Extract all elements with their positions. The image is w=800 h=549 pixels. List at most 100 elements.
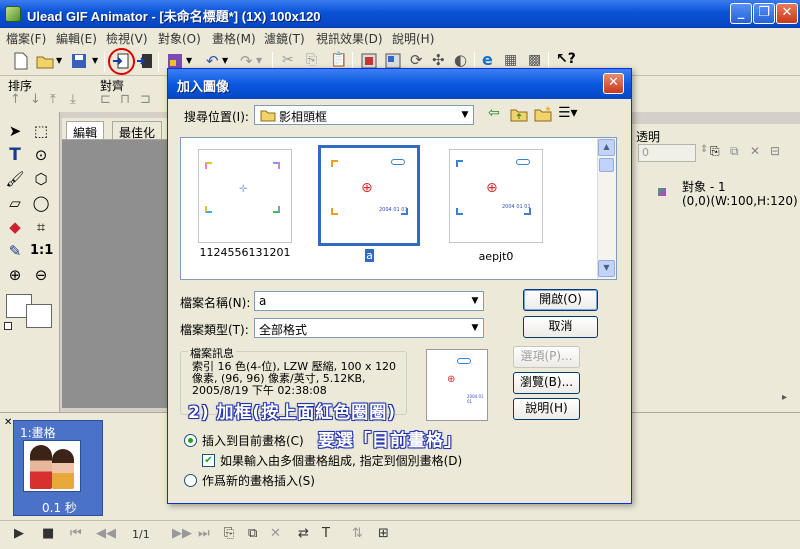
file-thumbnail[interactable]: ⊕ 2004 01 01 [449, 149, 543, 243]
cancel-button[interactable]: 取消 [523, 316, 598, 338]
chevron-down-icon[interactable]: ▼ [92, 56, 98, 65]
delete-frame-icon[interactable]: ✕ [270, 526, 281, 541]
tab-edit[interactable]: 編輯 [66, 121, 105, 140]
move-top-icon[interactable]: ⤒ [50, 92, 56, 107]
menu-file[interactable]: 檔案(F) [6, 30, 46, 47]
zoom-in-icon[interactable]: ⊕ [4, 264, 26, 286]
file-name[interactable]: aepjt0 [449, 250, 543, 263]
lasso-tool-icon[interactable]: ◯ [30, 192, 52, 214]
restore-button[interactable]: ❐ [753, 3, 775, 24]
view-menu-icon[interactable]: ☰▾ [558, 105, 578, 121]
pointer-tool-icon[interactable]: ➤ [4, 120, 26, 142]
previous-frame-icon[interactable]: ◀◀ [96, 526, 116, 541]
add-object-icon[interactable]: ⎘ [710, 144, 720, 159]
add-video-icon[interactable] [136, 52, 154, 70]
brush-tool-icon[interactable]: 🖌 [4, 168, 26, 190]
object-name[interactable]: 對象 - 1 [682, 178, 726, 195]
menu-video-effects[interactable]: 視訊效果(D) [316, 30, 383, 47]
copy-icon[interactable]: ⎘ [306, 52, 317, 68]
insert-current-label[interactable]: 插入到目前畫格(C) [202, 432, 304, 449]
tween-icon[interactable]: ⇄ [298, 526, 309, 541]
chevron-down-icon[interactable]: ▼ [222, 56, 228, 65]
align-center-icon[interactable]: ⊓ [120, 92, 130, 107]
fill-tool-icon[interactable]: ◆ [4, 216, 26, 238]
file-name[interactable]: 1124556131201 [188, 246, 302, 259]
chevron-down-icon[interactable]: ▼ [467, 319, 483, 337]
add-frame-icon[interactable]: ⎘ [224, 526, 234, 541]
text-banner-icon[interactable]: T [322, 526, 330, 541]
zoom-out-icon[interactable]: ⊖ [30, 264, 52, 286]
menu-view[interactable]: 檢視(V) [106, 30, 148, 47]
crop-tool-icon[interactable]: ⌗ [30, 216, 52, 238]
open-button[interactable]: 開啟(O) [523, 289, 598, 311]
panel-menu-icon[interactable]: ▸ [782, 392, 787, 403]
help-pointer-icon[interactable]: ↖? [556, 51, 576, 67]
file-thumbnail-selected[interactable]: ⊕ 2004 01 01 [318, 145, 420, 246]
new-file-icon[interactable] [12, 52, 30, 70]
last-frame-icon[interactable]: ⏭ [198, 526, 210, 541]
new-folder-icon[interactable] [534, 106, 552, 122]
file-name-selected[interactable]: a [365, 249, 374, 262]
cut-icon[interactable]: ✂ [282, 52, 294, 68]
chevron-down-icon[interactable]: ▼ [56, 56, 62, 65]
first-frame-icon[interactable]: ⏮ [70, 526, 82, 541]
dialog-close-button[interactable]: ✕ [603, 73, 624, 94]
align-left-icon[interactable]: ⊏ [100, 92, 111, 107]
flip-icon[interactable]: ✣ [432, 51, 445, 69]
insert-new-radio[interactable] [184, 474, 197, 487]
frame-properties-icon[interactable]: ⊞ [378, 526, 389, 541]
insert-new-label[interactable]: 作爲新的畫格插入(S) [202, 472, 315, 489]
close-panel-icon[interactable]: ✕ [4, 417, 12, 428]
look-in-select[interactable]: 影相頭框 [254, 105, 474, 125]
optimize-icon[interactable]: ◐ [454, 51, 467, 69]
tab-optimize[interactable]: 最佳化 [112, 121, 163, 140]
marquee-tool-icon[interactable]: ⬚ [30, 120, 52, 142]
menu-filter[interactable]: 濾鏡(T) [264, 30, 305, 47]
options-button[interactable]: 選項(P)... [513, 346, 580, 368]
frame-time[interactable]: 0.1 秒 [42, 499, 77, 516]
close-button[interactable]: ✕ [776, 3, 798, 24]
next-frame-icon[interactable]: ▶▶ [172, 526, 192, 541]
insert-current-radio[interactable] [184, 434, 197, 447]
menu-frame[interactable]: 畫格(M) [212, 30, 256, 47]
transparency-input[interactable]: 0 [638, 144, 696, 162]
magic-wand-icon[interactable]: ⬡ [30, 168, 52, 190]
move-down-icon[interactable]: ↓ [30, 92, 41, 107]
paste-icon[interactable]: 📋 [330, 52, 347, 68]
grid-icon[interactable]: ▦ [504, 52, 517, 68]
open-folder-icon[interactable] [36, 52, 54, 70]
eyedropper-tool-icon[interactable]: ✎ [4, 240, 26, 262]
duplicate-object-icon[interactable]: ⧉ [730, 144, 739, 159]
file-list-scrollbar[interactable]: ▲ ▼ [597, 138, 616, 279]
menu-edit[interactable]: 編輯(E) [56, 30, 97, 47]
checkerboard-icon[interactable]: ▩ [528, 52, 541, 68]
scroll-thumb[interactable] [599, 158, 614, 172]
filename-input[interactable]: a [254, 291, 484, 311]
chevron-down-icon[interactable]: ▼ [457, 106, 473, 124]
swap-colors-icon[interactable] [4, 322, 12, 330]
chevron-down-icon[interactable]: ▼ [186, 56, 192, 65]
file-thumbnail[interactable]: ✛ [198, 149, 292, 243]
actual-size-icon[interactable]: 1:1 [30, 240, 53, 262]
back-icon[interactable]: ⇦ [488, 105, 500, 121]
transform-tool-icon[interactable]: ⊙ [30, 144, 52, 166]
filetype-select[interactable]: 全部格式 [254, 318, 484, 338]
stop-icon[interactable]: ■ [42, 526, 54, 541]
save-icon[interactable] [70, 52, 88, 70]
chevron-down-icon[interactable]: ▼ [467, 292, 483, 310]
assign-frames-checkbox[interactable]: ✔ [202, 454, 215, 467]
spinner-icon[interactable]: ⇕ [700, 144, 708, 155]
browser-preview-icon[interactable]: e [482, 50, 493, 69]
delete-object-icon[interactable]: ✕ [750, 144, 760, 158]
assign-frames-label[interactable]: 如果輸入由多個畫格組成, 指定到個別畫格(D) [220, 452, 462, 469]
rotate-icon[interactable]: ⟳ [410, 51, 423, 69]
up-folder-icon[interactable] [510, 107, 528, 122]
align-right-icon[interactable]: ⊐ [140, 92, 151, 107]
duplicate-frame-icon[interactable]: ⧉ [248, 526, 257, 541]
eraser-tool-icon[interactable]: ▱ [4, 192, 26, 214]
menu-object[interactable]: 對象(O) [158, 30, 201, 47]
browse-button[interactable]: 瀏覽(B)... [513, 372, 580, 394]
scroll-up-icon[interactable]: ▲ [598, 139, 615, 156]
help-button[interactable]: 說明(H) [513, 398, 580, 420]
move-bottom-icon[interactable]: ⤓ [70, 92, 76, 107]
